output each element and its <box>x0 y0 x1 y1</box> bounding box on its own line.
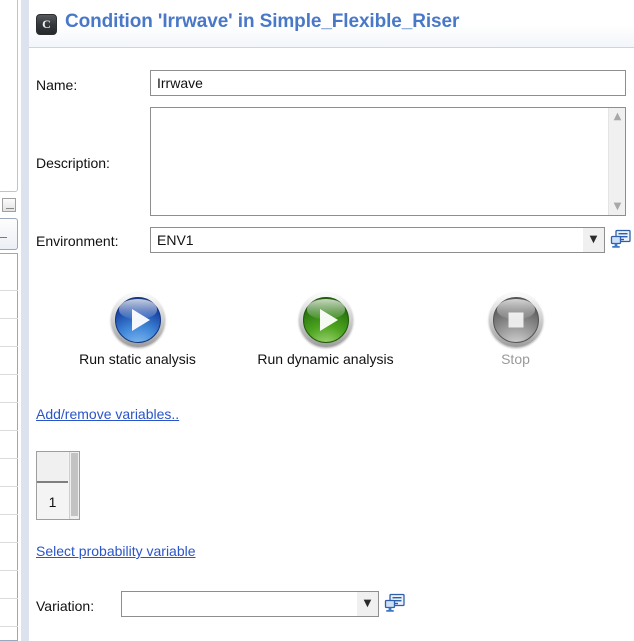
select-probability-variable-link[interactable]: Select probability variable <box>36 543 196 559</box>
condition-c-icon: C <box>36 14 57 35</box>
background-window-fragment <box>0 0 21 641</box>
name-input[interactable] <box>150 70 626 96</box>
description-scrollbar[interactable]: ▲ ▼ <box>608 108 625 215</box>
run-static-analysis-button[interactable]: Run static analysis <box>40 293 235 367</box>
chevron-down-icon[interactable]: ▼ <box>583 228 604 252</box>
stop-label: Stop <box>501 351 530 367</box>
environment-label: Environment: <box>36 233 119 249</box>
add-remove-variables-link[interactable]: Add/remove variables.. <box>36 406 179 422</box>
description-label: Description: <box>36 155 110 171</box>
chevron-down-icon[interactable]: ▼ <box>609 198 626 215</box>
edit-environment-icon[interactable] <box>609 227 633 251</box>
stop-button[interactable]: Stop <box>429 293 602 367</box>
window-gutter <box>21 0 29 641</box>
variables-grid-scrollbar[interactable] <box>69 452 79 519</box>
scrollbar-thumb[interactable] <box>71 453 78 516</box>
chevron-down-icon[interactable]: ▼ <box>357 592 378 616</box>
variation-combobox[interactable]: ▼ <box>121 591 379 617</box>
stop-square-icon <box>488 293 543 347</box>
variables-grid[interactable]: 1 <box>36 451 80 520</box>
variables-grid-row-1[interactable]: 1 <box>37 485 68 519</box>
play-icon <box>298 293 353 347</box>
environment-combobox[interactable]: ENV1 ▼ <box>150 227 605 253</box>
run-dynamic-analysis-button[interactable]: Run dynamic analysis <box>228 293 423 367</box>
run-static-analysis-label: Run static analysis <box>79 351 196 367</box>
variables-grid-header <box>37 452 68 483</box>
run-dynamic-analysis-label: Run dynamic analysis <box>257 351 394 367</box>
condition-dialog: C Condition 'Irrwave' in Simple_Flexible… <box>29 0 634 641</box>
page-title: Condition 'Irrwave' in Simple_Flexible_R… <box>65 11 460 32</box>
dialog-header: C Condition 'Irrwave' in Simple_Flexible… <box>29 0 634 48</box>
name-label: Name: <box>36 77 78 93</box>
description-textarea[interactable] <box>151 108 608 215</box>
background-list <box>0 253 18 641</box>
play-icon <box>110 293 165 347</box>
background-panel-top <box>0 0 18 192</box>
variation-label: Variation: <box>36 598 95 614</box>
chevron-up-icon[interactable]: ▲ <box>609 108 626 125</box>
background-mini-button <box>2 198 16 212</box>
environment-value: ENV1 <box>157 232 194 248</box>
edit-variation-icon[interactable] <box>383 591 407 615</box>
variation-value <box>128 592 356 616</box>
description-field[interactable]: ▲ ▼ <box>150 107 626 216</box>
background-tab <box>0 218 18 250</box>
